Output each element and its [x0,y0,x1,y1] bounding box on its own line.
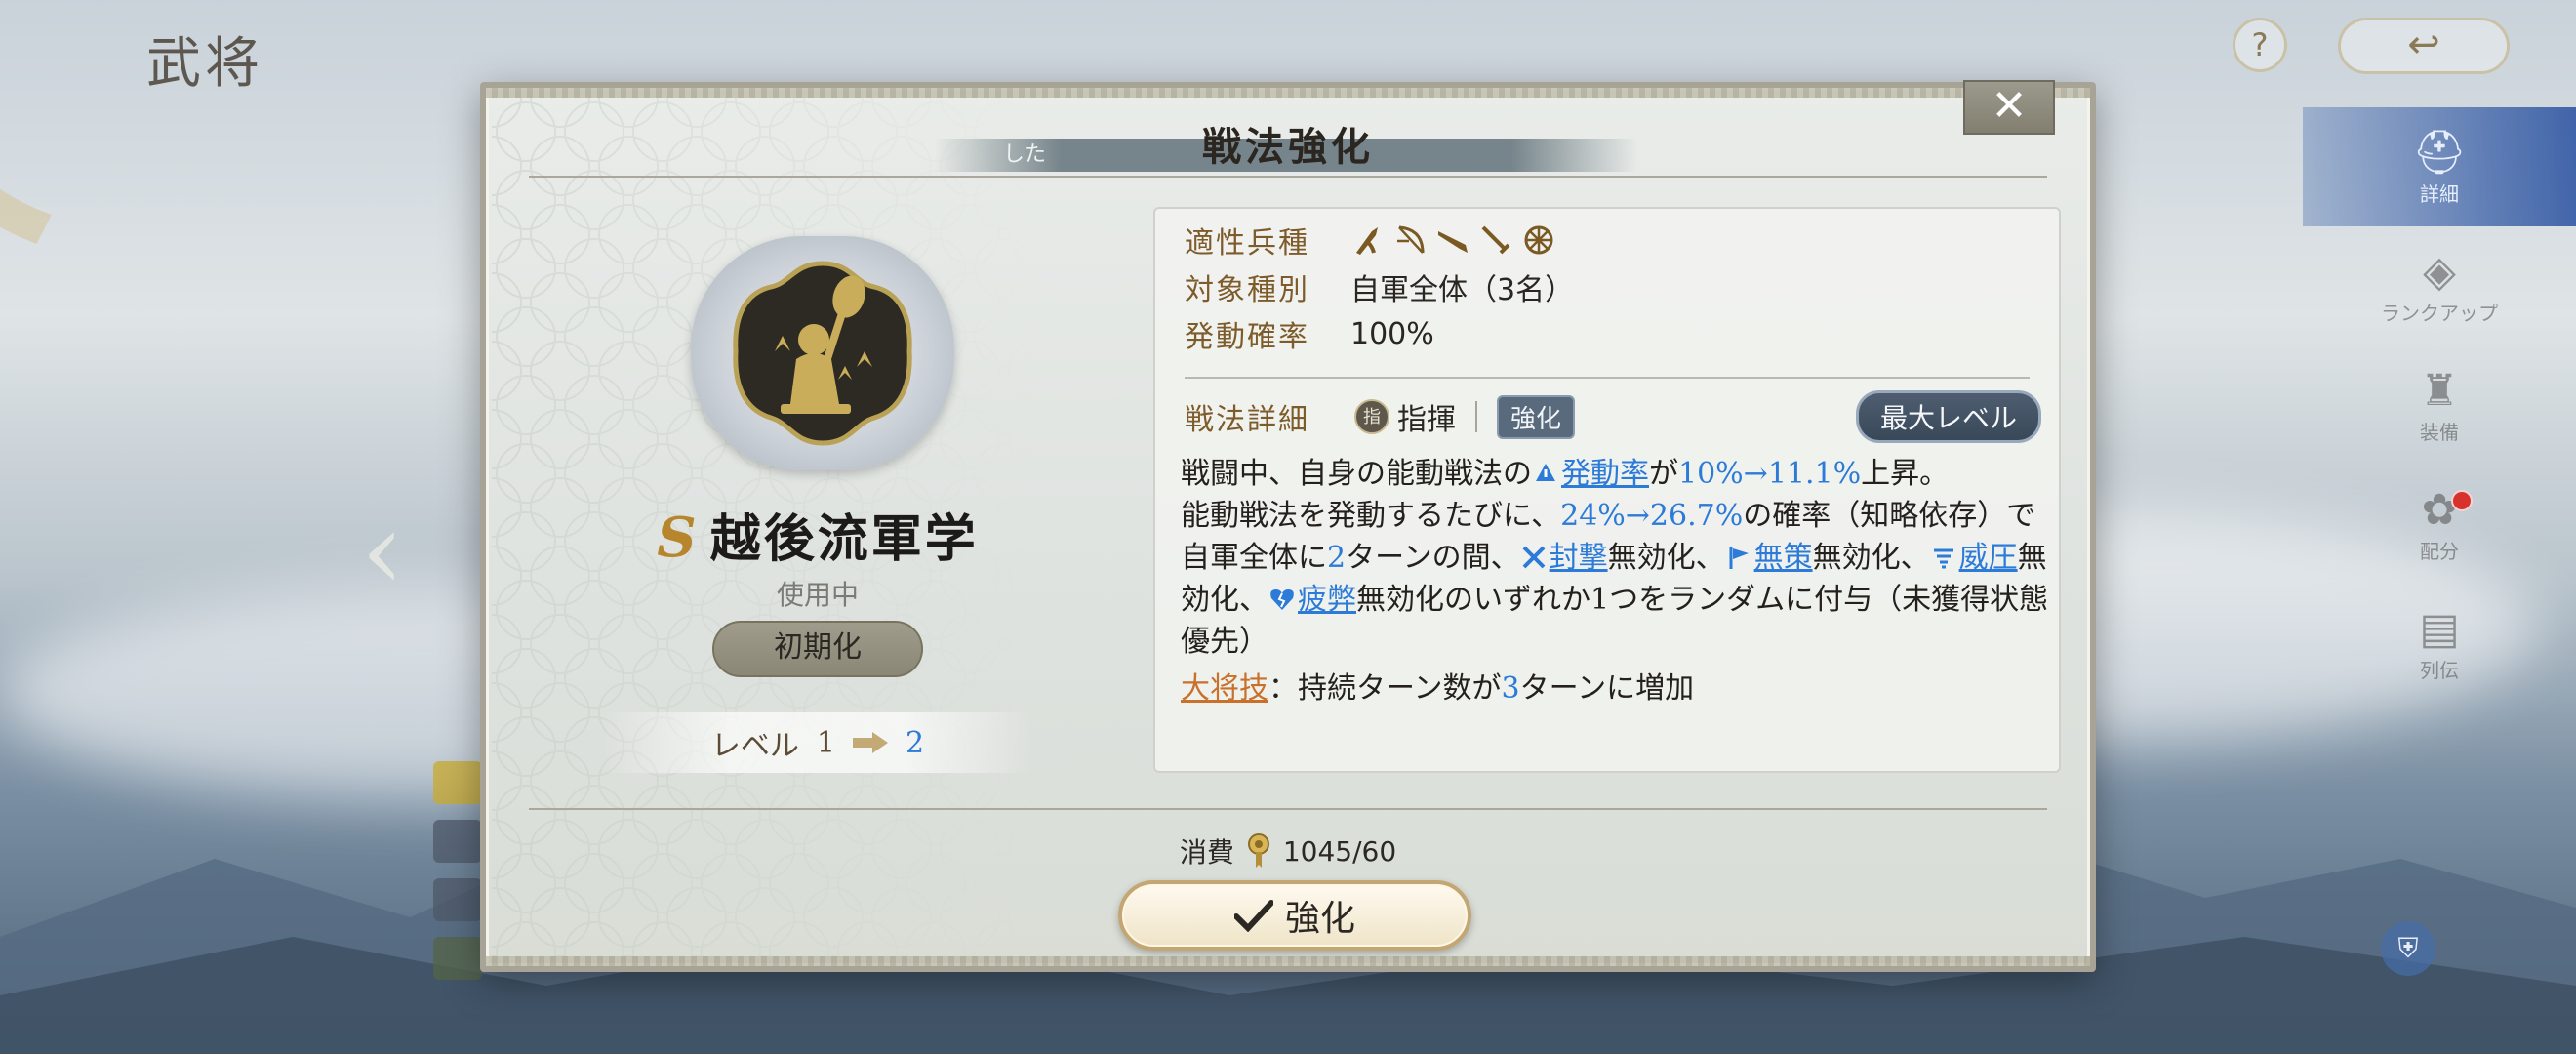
command-type: 指揮 [1397,403,1456,437]
detail-label: 戦法詳細 [1185,403,1309,437]
side-menu: ⛑ 詳細 ◈ ランクアップ ♜ 装備 ✿ 配分 ▤ 列伝 [2303,107,2576,703]
dialog-title: 戦法強化 [1202,124,1374,170]
attr-target: 対象種別 自軍全体（3名） [1185,265,1574,308]
skill-rank: S [657,506,697,570]
armor-icon: ♜ [2420,365,2459,416]
skill-name: 越後流軍学 [709,509,979,569]
flag-icon [1729,547,1749,569]
desc-text: が [1649,457,1678,491]
cost-row: 消費 1045/60 [486,831,2090,871]
detail-header: 戦法詳細 指 指揮 強化 最大レベル [1185,390,2041,443]
helmet-icon: ⛑ [2412,127,2467,178]
side-item-label: ランクアップ [2381,301,2498,325]
side-item-allocate[interactable]: ✿ 配分 [2303,465,2576,584]
skill-description: 戦闘中、自身の能動戦法の 発動率が10%→11.1%上昇。能動戦法を発動するたびに… [1181,453,2049,663]
skill-enhance-dialog: した 戦法強化 ✕ S 越後流軍学 使用中 初期化 レベル 1 2 適性兵種 対… [480,80,2096,972]
unit-type-icons [1350,223,1555,257]
side-item-detail[interactable]: ⛑ 詳細 [2303,107,2576,226]
trigger-rate-icon [1536,464,1555,481]
desc-text: 無効化、 [1812,541,1930,575]
skill-title: S 越後流軍学 [486,498,1149,571]
close-button[interactable]: ✕ [1963,80,2055,135]
side-item-label: 配分 [2420,539,2459,563]
divider [1185,377,2030,379]
level-current: 1 [816,725,835,760]
divider [529,176,2047,178]
skill-status: 使用中 [776,579,859,611]
enhance-button-label: 強化 [1284,899,1355,939]
divider [1475,401,1477,432]
check-icon [1233,900,1273,932]
keyword-intimidate[interactable]: 威圧 [1959,541,2018,575]
sword-icon [1481,225,1510,255]
enhance-tag: 強化 [1497,394,1576,439]
command-badge-icon: 指 [1354,399,1389,434]
turn-count: 2 [1327,541,1347,575]
side-item-equipment[interactable]: ♜ 装備 [2303,345,2576,465]
page-heading: 武将 [146,32,263,96]
general-skill-label[interactable]: 大将技 [1181,671,1268,706]
spear-icon [1356,227,1378,255]
skill-info-panel: 適性兵種 対象種別 自軍全体（3名） 発動確率 100% 戦法詳細 指 指揮 強… [1153,207,2061,773]
divider [529,808,2047,810]
side-item-biography[interactable]: ▤ 列伝 [2303,584,2576,703]
max-level-button[interactable]: 最大レベル [1855,390,2041,443]
notification-dot [2451,490,2473,511]
attr-value: 自軍全体（3名） [1350,273,1575,307]
cost-label: 消費 [1179,836,1234,869]
bg-chip [433,878,482,921]
desc-text: 戦闘中、自身の能動戦法の [1181,457,1532,491]
gun-icon [1438,231,1468,253]
desc-text: ：持続ターン数が [1268,671,1502,706]
keyword-fatigue[interactable]: 疲弊 [1298,583,1356,617]
help-button[interactable]: ? [2233,18,2287,72]
enhance-button[interactable]: 強化 [1118,880,1471,951]
desc-text: ターンに増加 [1519,671,1695,706]
side-item-rankup[interactable]: ◈ ランクアップ [2303,226,2576,345]
eye-icon: ◈ [2423,246,2456,297]
level-label: レベル [710,729,799,763]
keyword-seal[interactable]: 封撃 [1550,541,1608,575]
back-button[interactable]: ↩ [2338,18,2510,74]
desc-text: ターンの間、 [1346,541,1520,575]
skill-emblem [691,236,954,470]
probability-change: 24%→26.7% [1560,499,1744,533]
rate-change: 10%→11.1% [1678,457,1862,491]
shield-icon[interactable]: ⛨ [2381,921,2435,976]
attr-value: 100% [1350,316,1434,351]
side-item-label: 列伝 [2420,658,2459,682]
level-progress: レベル 1 2 [603,712,1032,773]
whirlwind-icon [1933,548,1953,569]
crossed-swords-icon [1522,546,1546,569]
broken-heart-icon [1270,589,1294,610]
book-icon: ▤ [2419,603,2460,654]
side-item-label: 装備 [2420,420,2459,444]
bg-chip [433,761,482,804]
bow-icon [1397,225,1425,254]
general-turns: 3 [1501,671,1520,706]
reset-button[interactable]: 初期化 [712,621,923,677]
attr-label: 適性兵種 [1185,226,1309,261]
wheel-icon [1524,225,1553,255]
scroll-token-icon [1247,833,1269,868]
keyword-no-strategy[interactable]: 無策 [1754,541,1813,575]
attr-unit-types: 適性兵種 [1185,219,1555,262]
bg-chip [433,937,482,980]
attr-trigger-rate: 発動確率 100% [1185,312,1434,355]
attr-label: 対象種別 [1185,273,1309,307]
warrior-emblem-icon [733,261,912,446]
side-item-label: 詳細 [2420,182,2459,206]
general-skill-line: 大将技：持続ターン数が3ターンに増加 [1181,664,1694,707]
attr-label: 発動確率 [1185,320,1309,354]
desc-text: 上昇。 [1861,457,1950,491]
keyword-trigger-rate[interactable]: 発動率 [1561,457,1649,491]
level-next: 2 [906,725,925,760]
gear-icon: ✿ [2421,484,2458,535]
arrow-right-icon [853,732,888,753]
cost-value: 1045/60 [1282,834,1397,868]
desc-text: 無効化、 [1607,541,1725,575]
desc-text: 能動戦法を発動するたびに、 [1181,499,1561,533]
prev-arrow-icon[interactable]: ‹ [361,488,404,613]
bg-chip [433,820,482,863]
